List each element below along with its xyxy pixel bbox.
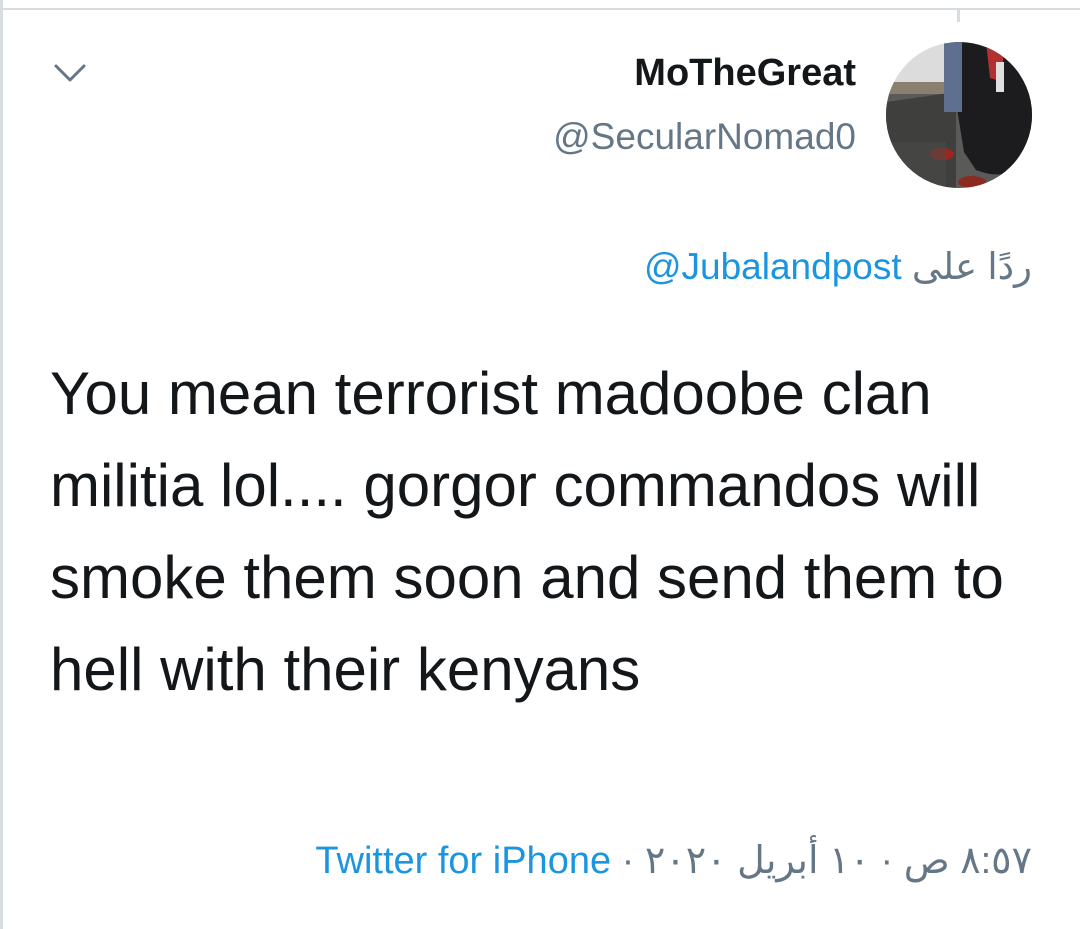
- avatar[interactable]: [886, 42, 1032, 188]
- tweet-time[interactable]: ٨:٥٧ ص: [904, 840, 1032, 882]
- chevron-down-icon[interactable]: [50, 58, 90, 88]
- user-avatar-photo: [886, 42, 1032, 188]
- tweet-meta: Twitter for iPhone · ١٠ أبريل ٢٠٢٠ · ٨:٥…: [315, 838, 1032, 883]
- reply-mention-link[interactable]: @Jubalandpost: [644, 246, 902, 287]
- reply-prefix: ردًا على: [911, 246, 1032, 287]
- meta-separator: ·: [621, 840, 635, 882]
- tweet-source-link[interactable]: Twitter for iPhone: [315, 840, 611, 882]
- tweet-date[interactable]: ١٠ أبريل ٢٠٢٠: [645, 840, 870, 882]
- thread-connector: [957, 8, 960, 22]
- author-handle[interactable]: @SecularNomad0: [553, 116, 856, 158]
- reply-context: @Jubalandpost ردًا على: [644, 245, 1032, 288]
- meta-separator: ·: [880, 840, 894, 882]
- top-border: [0, 0, 1080, 10]
- tweet-text: You mean terrorist madoobe clan militia …: [50, 360, 1004, 703]
- author-display-name[interactable]: MoTheGreat: [634, 52, 856, 95]
- left-border: [0, 0, 3, 929]
